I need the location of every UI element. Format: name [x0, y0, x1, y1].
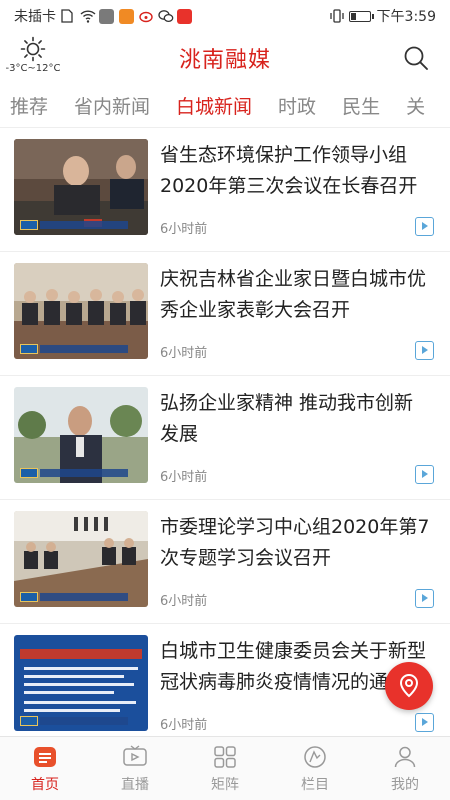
battery-icon	[348, 10, 374, 22]
column-icon	[304, 745, 326, 768]
video-play-icon[interactable]	[415, 713, 434, 732]
profile-icon	[394, 746, 416, 767]
nav-label: 我的	[391, 776, 419, 793]
news-item[interactable]: 白城市卫生健康委员会关于新型冠状病毒肺炎疫情情况的通报 6小时前	[0, 624, 450, 736]
nav-home[interactable]: 首页	[0, 737, 90, 800]
video-play-icon[interactable]	[415, 217, 434, 236]
news-time: 6小时前	[160, 718, 208, 733]
video-play-icon[interactable]	[415, 465, 434, 484]
news-list: 省生态环境保护工作领导小组2020年第三次会议在长春召开 6小时前 庆祝吉林省企…	[0, 128, 450, 736]
news-thumbnail	[14, 635, 148, 731]
tab-politics[interactable]: 时政	[278, 92, 316, 119]
news-thumbnail	[14, 139, 148, 235]
news-title: 弘扬企业家精神 推动我市创新发展	[160, 392, 414, 445]
nav-live[interactable]: 直播	[90, 737, 180, 800]
tab-recommend[interactable]: 推荐	[10, 92, 48, 119]
notification-app-icon	[177, 8, 192, 24]
video-play-icon[interactable]	[415, 589, 434, 608]
wechat-icon	[158, 9, 174, 23]
bottom-nav: 首页 直播 矩阵 栏目 我的	[0, 736, 450, 800]
tab-baicheng-news[interactable]: 白城新闻	[176, 92, 252, 119]
category-tabs: 推荐 省内新闻 白城新闻 时政 民生 关	[0, 82, 450, 128]
news-time: 6小时前	[160, 470, 208, 485]
matrix-icon	[214, 745, 236, 768]
nav-label: 首页	[31, 776, 59, 793]
news-title: 庆祝吉林省企业家日暨白城市优秀企业家表彰大会召开	[160, 268, 427, 321]
news-thumbnail	[14, 511, 148, 607]
nav-label: 矩阵	[211, 776, 239, 793]
location-button[interactable]	[385, 662, 433, 710]
news-item[interactable]: 庆祝吉林省企业家日暨白城市优秀企业家表彰大会召开 6小时前	[0, 252, 450, 376]
live-icon	[123, 744, 147, 766]
wifi-icon	[80, 9, 96, 23]
nav-label: 直播	[121, 776, 149, 793]
notification-app-icon	[119, 8, 134, 24]
search-icon	[404, 46, 428, 70]
nav-profile[interactable]: 我的	[360, 737, 450, 800]
location-pin-icon	[399, 673, 419, 698]
status-bar: 未插卡 下午3:59	[0, 0, 450, 32]
news-title: 市委理论学习中心组2020年第7次专题学习会议召开	[160, 516, 430, 569]
clock-text: 下午3:59	[376, 9, 436, 25]
tab-partial[interactable]: 关	[406, 92, 425, 119]
news-time: 6小时前	[160, 222, 208, 237]
video-play-icon[interactable]	[415, 341, 434, 360]
tab-province-news[interactable]: 省内新闻	[74, 92, 150, 119]
weibo-icon	[139, 9, 153, 23]
news-item[interactable]: 弘扬企业家精神 推动我市创新发展 6小时前	[0, 376, 450, 500]
app-header: -3°C~12°C 洮南融媒	[0, 32, 450, 82]
notification-app-icon	[99, 8, 114, 24]
app-title: 洮南融媒	[178, 48, 271, 73]
nav-label: 栏目	[301, 776, 329, 793]
news-item[interactable]: 省生态环境保护工作领导小组2020年第三次会议在长春召开 6小时前	[0, 128, 450, 252]
news-thumbnail	[14, 387, 148, 483]
news-time: 6小时前	[160, 594, 208, 609]
sim-icon	[61, 9, 75, 23]
vibrate-icon	[329, 9, 344, 23]
nav-column[interactable]: 栏目	[270, 737, 360, 800]
tab-livelihood[interactable]: 民生	[342, 92, 380, 119]
nav-matrix[interactable]: 矩阵	[180, 737, 270, 800]
news-title: 省生态环境保护工作领导小组2020年第三次会议在长春召开	[160, 144, 418, 197]
search-button[interactable]	[402, 44, 430, 72]
news-item[interactable]: 市委理论学习中心组2020年第7次专题学习会议召开 6小时前	[0, 500, 450, 624]
news-time: 6小时前	[160, 346, 208, 361]
carrier-text: 未插卡	[14, 9, 56, 25]
home-icon	[34, 746, 56, 767]
news-thumbnail	[14, 263, 148, 359]
